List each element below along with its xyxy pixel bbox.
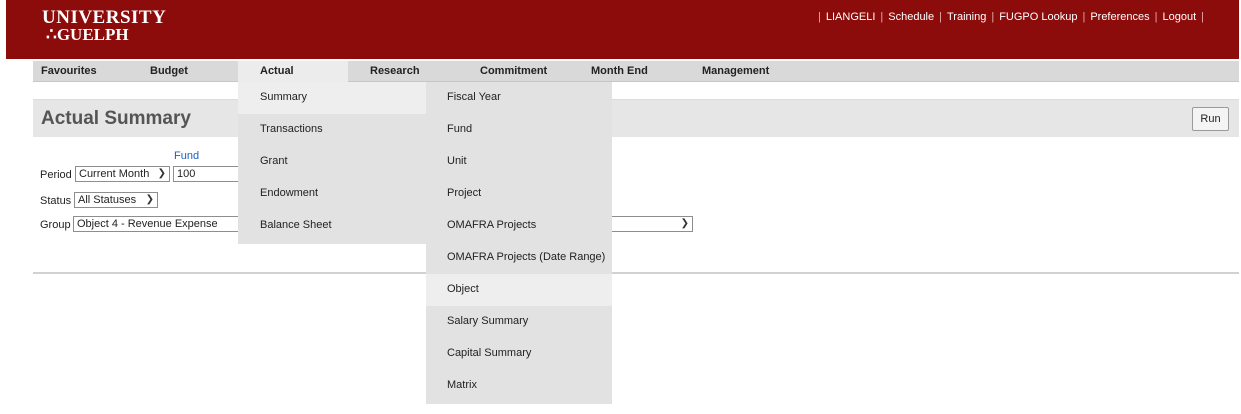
menu-item-summary[interactable]: Summary (238, 82, 426, 114)
submenu-item-project[interactable]: Project (426, 178, 612, 210)
header-bar: UNIVERSITY ∴GUELPH | LIANGELI | Schedule… (6, 0, 1239, 59)
panel-header: Actual Summary Run (33, 100, 1239, 137)
menu-item-balance-sheet[interactable]: Balance Sheet (238, 210, 426, 244)
status-select[interactable]: All Statuses ❯ (74, 192, 158, 208)
main-nav: Favourites Budget Actual Research Commit… (33, 61, 1239, 82)
summary-submenu: Fiscal Year Fund Unit Project OMAFRA Pro… (426, 82, 612, 404)
submenu-item-object[interactable]: Object (426, 274, 612, 306)
chevron-down-icon: ❯ (680, 218, 689, 229)
nav-commitment[interactable]: Commitment (480, 61, 547, 82)
panel-divider (33, 272, 1239, 274)
period-label: Period (40, 169, 72, 181)
actual-summary-panel: Actual Summary Run Fund Period Current M… (33, 99, 1239, 274)
submenu-item-omafra-projects[interactable]: OMAFRA Projects (426, 210, 612, 242)
nav-budget[interactable]: Budget (150, 61, 188, 82)
logo-line-1: UNIVERSITY (42, 7, 167, 28)
nav-month-end[interactable]: Month End (591, 61, 648, 82)
nav-management[interactable]: Management (702, 61, 769, 82)
period-select[interactable]: Current Month ❯ (75, 166, 170, 182)
user-link[interactable]: LIANGELI (826, 11, 876, 23)
preferences-link[interactable]: Preferences (1090, 11, 1149, 23)
nav-research[interactable]: Research (370, 61, 420, 82)
university-logo[interactable]: UNIVERSITY ∴GUELPH (42, 7, 167, 44)
top-links: | LIANGELI | Schedule | Training | FUGPO… (818, 11, 1204, 23)
menu-item-endowment[interactable]: Endowment (238, 178, 426, 210)
submenu-item-fiscal-year[interactable]: Fiscal Year (426, 82, 612, 114)
actual-dropdown-menu: Summary Transactions Grant Endowment Bal… (238, 82, 426, 244)
page-title: Actual Summary (41, 108, 191, 129)
submenu-item-unit[interactable]: Unit (426, 146, 612, 178)
submenu-item-omafra-projects-date-range[interactable]: OMAFRA Projects (Date Range) (426, 242, 612, 274)
menu-item-transactions[interactable]: Transactions (238, 114, 426, 146)
logout-link[interactable]: Logout (1162, 11, 1196, 23)
group-label: Group (40, 219, 71, 231)
submenu-item-salary-summary[interactable]: Salary Summary (426, 306, 612, 338)
status-label: Status (40, 195, 72, 207)
submenu-item-fund[interactable]: Fund (426, 114, 612, 146)
submenu-item-matrix[interactable]: Matrix (426, 370, 612, 404)
nav-actual[interactable]: Actual (238, 61, 348, 82)
menu-item-grant[interactable]: Grant (238, 146, 426, 178)
submenu-item-capital-summary[interactable]: Capital Summary (426, 338, 612, 370)
logo-line-2: ∴GUELPH (46, 25, 129, 44)
nav-favourites[interactable]: Favourites (41, 61, 97, 82)
schedule-link[interactable]: Schedule (888, 11, 934, 23)
fund-link[interactable]: Fund (174, 150, 199, 162)
secondary-select[interactable]: ❯ (608, 216, 693, 232)
chevron-down-icon: ❯ (145, 194, 154, 205)
chevron-down-icon: ❯ (157, 168, 166, 179)
fugpo-lookup-link[interactable]: FUGPO Lookup (999, 11, 1077, 23)
run-button[interactable]: Run (1192, 107, 1229, 131)
training-link[interactable]: Training (947, 11, 986, 23)
fund-input[interactable]: 100 (173, 166, 243, 182)
group-select[interactable]: Object 4 - Revenue Expense (73, 216, 243, 232)
